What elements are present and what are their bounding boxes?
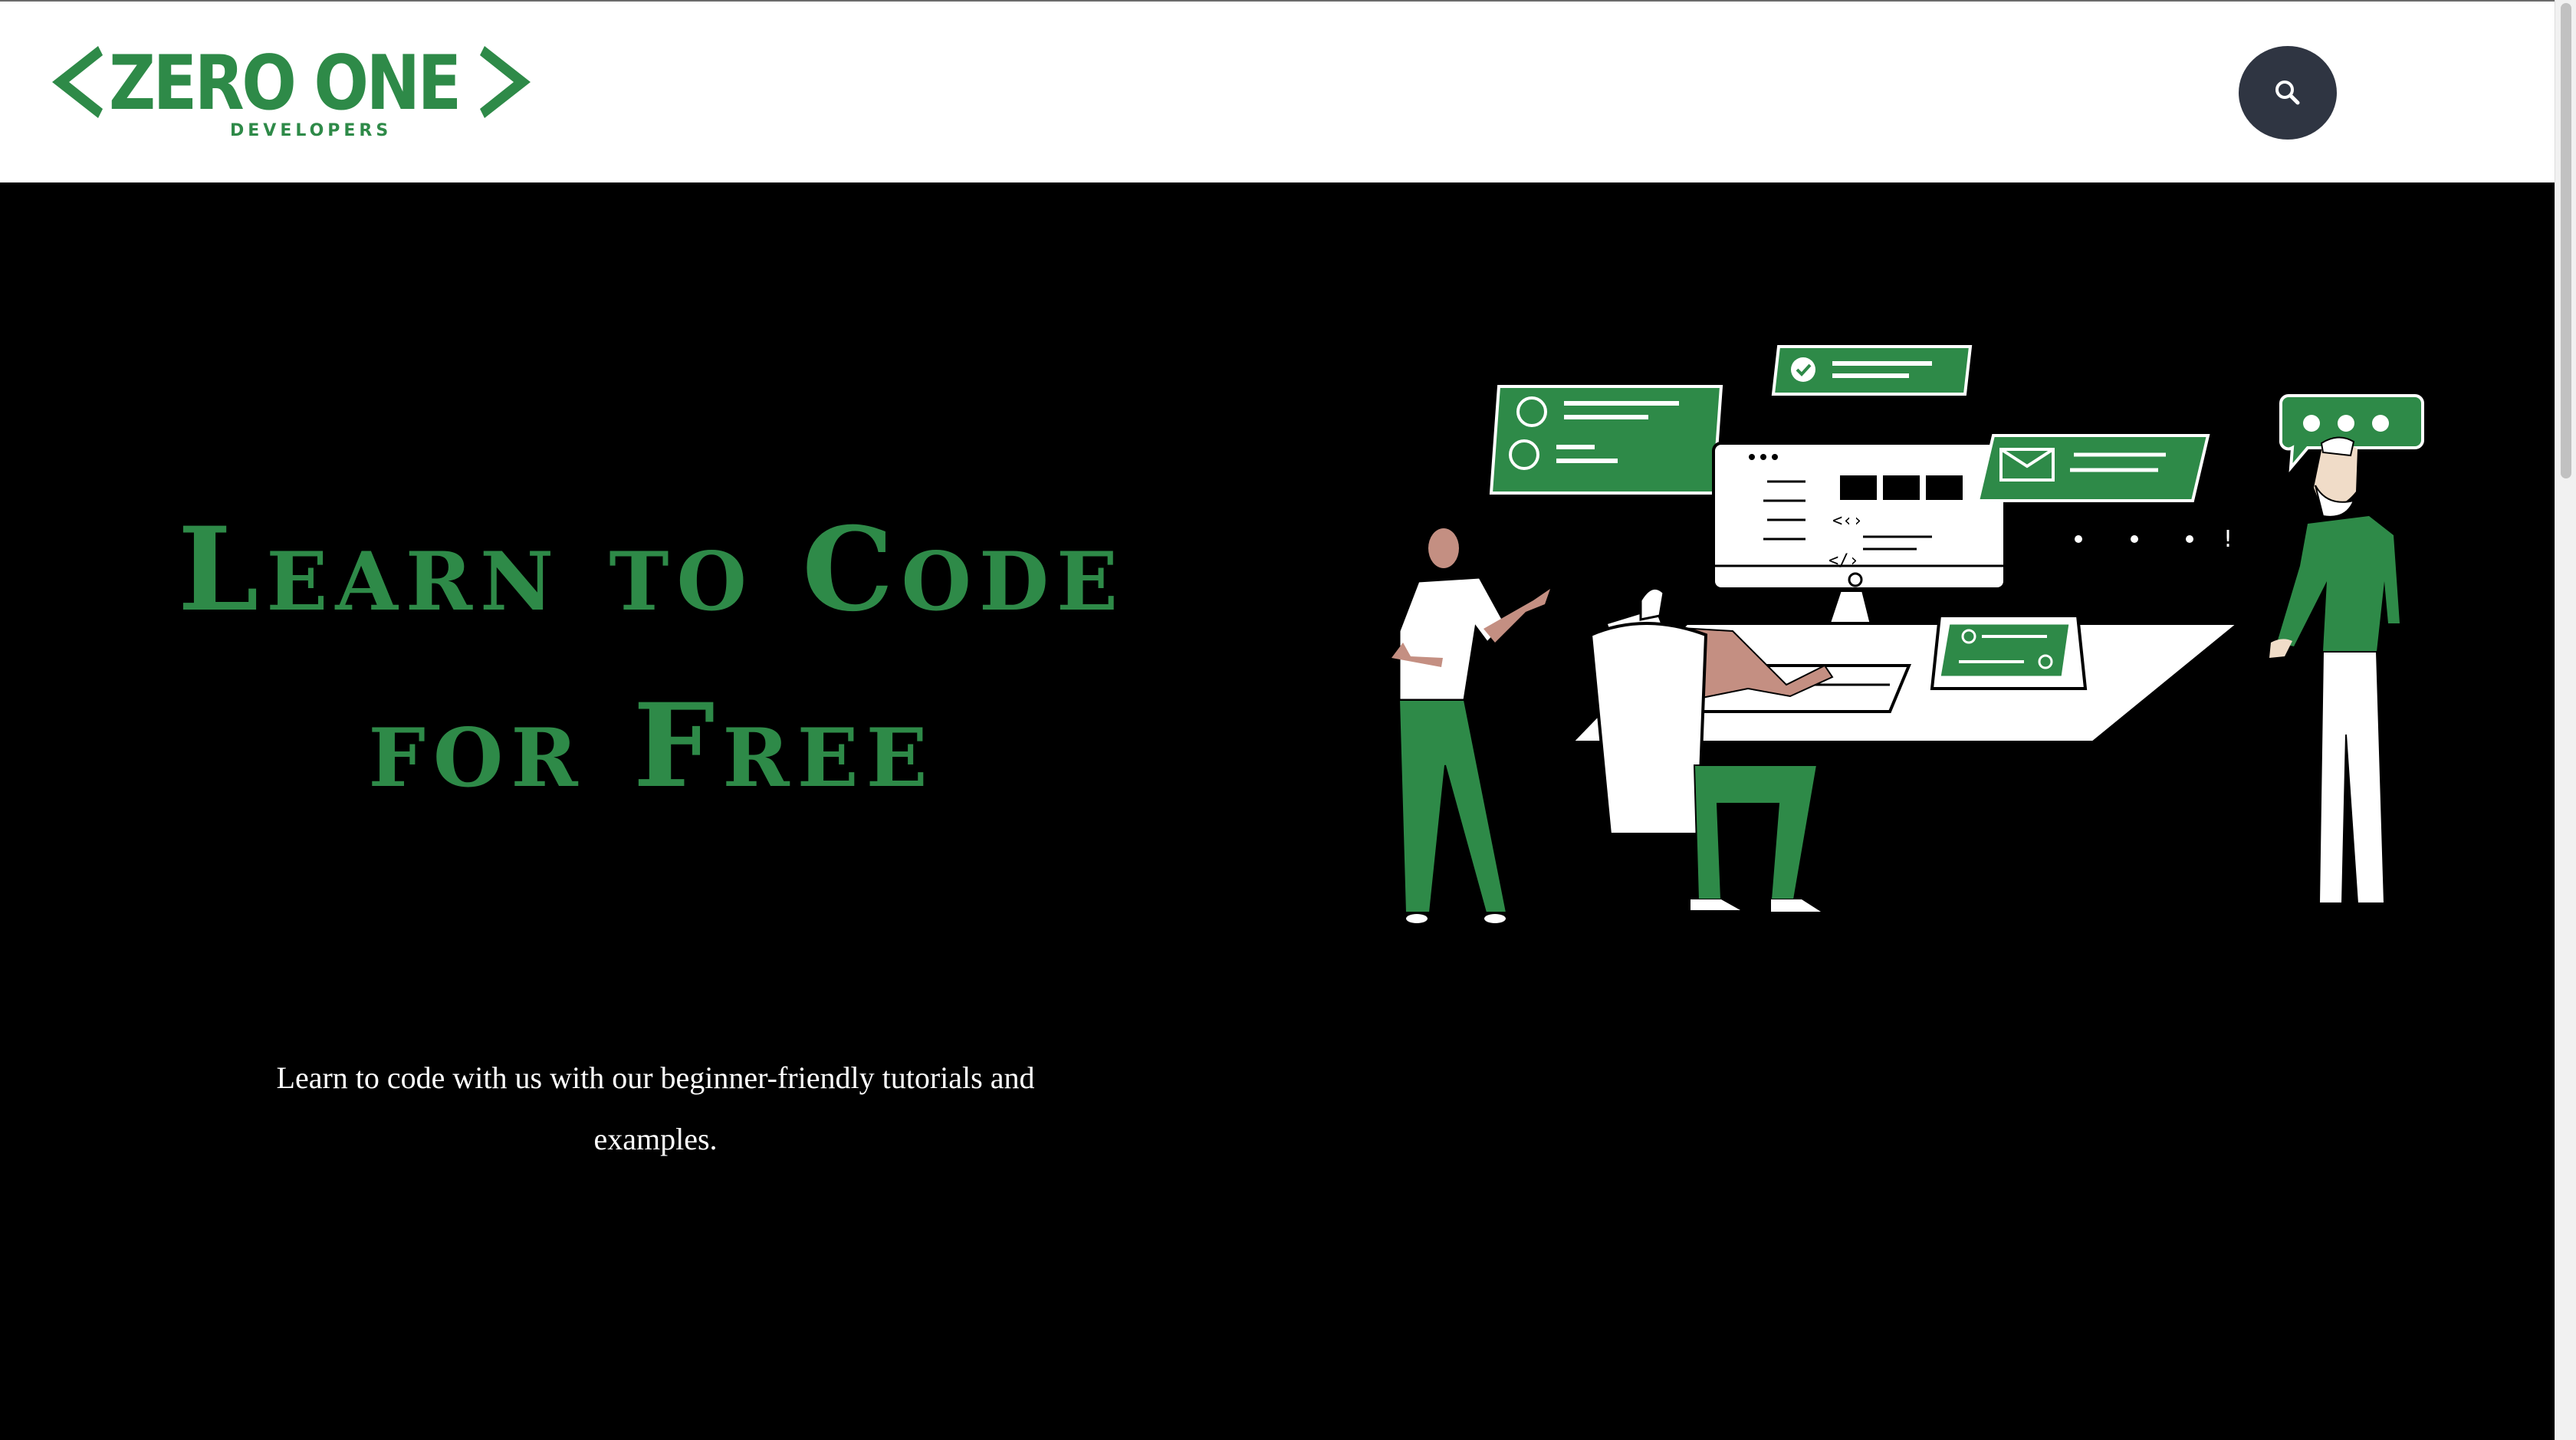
developers-collaboration-illustration: <‹› </› ! — [1392, 345, 2424, 923]
svg-text:</›: </› — [1829, 551, 1859, 570]
hero-title-line-2: for Free — [368, 679, 935, 814]
hero-section: Learn to Code for Free Learn to code wit… — [0, 182, 2555, 1440]
scrollbar-thumb[interactable] — [2561, 3, 2571, 478]
hero-subtitle-line-1: Learn to code with us with our beginner-… — [276, 1060, 1035, 1095]
chevron-right-icon — [480, 46, 531, 118]
hero-subtitle: Learn to code with us with our beginner-… — [199, 1047, 1112, 1170]
search-button[interactable] — [2239, 46, 2337, 140]
logo-tagline: DEVELOPERS — [230, 121, 393, 140]
site-header: ZERO ONE DEVELOPERS — [0, 2, 2555, 182]
site-logo[interactable]: ZERO ONE DEVELOPERS — [52, 40, 531, 146]
tablet-icon — [1930, 614, 2088, 690]
page-scrollbar[interactable] — [2555, 0, 2576, 1440]
logo-wordmark: ZERO ONE — [109, 40, 462, 127]
svg-text:<‹›: <‹› — [1832, 511, 1863, 531]
standing-developer-right — [2269, 436, 2400, 904]
hero-title-line-1: Learn to Code — [177, 502, 1126, 637]
standing-developer-left — [1392, 528, 1550, 923]
check-card-icon — [1771, 345, 1973, 396]
hero-subtitle-line-2: examples. — [593, 1122, 718, 1156]
chevron-left-icon — [52, 46, 103, 118]
hero-title: Learn to Code for Free — [46, 482, 1257, 834]
search-icon — [2275, 81, 2300, 105]
svg-text:!: ! — [2223, 526, 2233, 553]
monitor-icon: <‹› </› — [1712, 442, 2006, 638]
mail-card-icon — [1976, 434, 2210, 502]
task-card-icon — [1489, 385, 1723, 495]
